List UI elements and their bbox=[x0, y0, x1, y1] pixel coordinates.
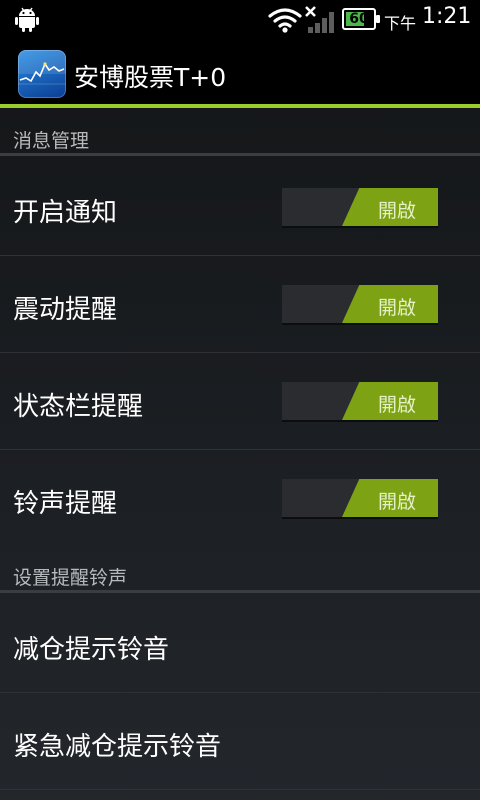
row-label: 状态栏提醒 bbox=[13, 392, 144, 422]
vibration-toggle[interactable]: 開啟 bbox=[282, 285, 438, 323]
row-label: 铃声提醒 bbox=[13, 489, 118, 519]
wifi-icon bbox=[268, 8, 302, 33]
battery-icon: 60 bbox=[342, 8, 380, 30]
signal-no-data-icon bbox=[305, 6, 334, 33]
toggle-label: 開啟 bbox=[377, 491, 416, 513]
setting-row-urgent-reduce-ringtone[interactable]: 紧急减仓提示铃音 bbox=[0, 693, 480, 790]
clock-ampm: 下午 bbox=[384, 14, 417, 33]
setting-row-statusbar[interactable]: 状态栏提醒 開啟 bbox=[0, 353, 480, 450]
row-label: 减仓提示铃音 bbox=[13, 635, 170, 665]
setting-row-reduce-ringtone[interactable]: 减仓提示铃音 bbox=[0, 596, 480, 693]
app-title: 安博股票T+0 bbox=[74, 63, 227, 92]
setting-row-ringtone[interactable]: 铃声提醒 開啟 bbox=[0, 450, 480, 547]
section-label: 设置提醒铃声 bbox=[13, 567, 128, 589]
status-bar: 60 下午 1:21 bbox=[0, 0, 480, 38]
section-header-ringtones: 设置提醒铃声 bbox=[0, 549, 480, 593]
row-label: 开启通知 bbox=[13, 198, 118, 228]
enable-notification-toggle[interactable]: 開啟 bbox=[282, 188, 438, 226]
toggle-label: 開啟 bbox=[377, 297, 416, 319]
app-header: 安博股票T+0 bbox=[0, 38, 480, 108]
row-label: 紧急减仓提示铃音 bbox=[13, 732, 222, 762]
setting-row-vibration[interactable]: 震动提醒 開啟 bbox=[0, 256, 480, 353]
section-header-notifications: 消息管理 bbox=[0, 112, 480, 156]
app-logo-icon bbox=[18, 50, 66, 98]
battery-level-text: 60 bbox=[349, 11, 369, 27]
ringtone-toggle[interactable]: 開啟 bbox=[282, 479, 438, 517]
clock-time: 1:21 bbox=[422, 4, 472, 29]
android-icon bbox=[15, 7, 39, 32]
section-label: 消息管理 bbox=[13, 130, 90, 152]
row-label: 震动提醒 bbox=[13, 295, 118, 325]
toggle-label: 開啟 bbox=[377, 394, 416, 416]
setting-row-enable-notification[interactable]: 开启通知 開啟 bbox=[0, 159, 480, 256]
toggle-label: 開啟 bbox=[377, 200, 416, 222]
statusbar-toggle[interactable]: 開啟 bbox=[282, 382, 438, 420]
